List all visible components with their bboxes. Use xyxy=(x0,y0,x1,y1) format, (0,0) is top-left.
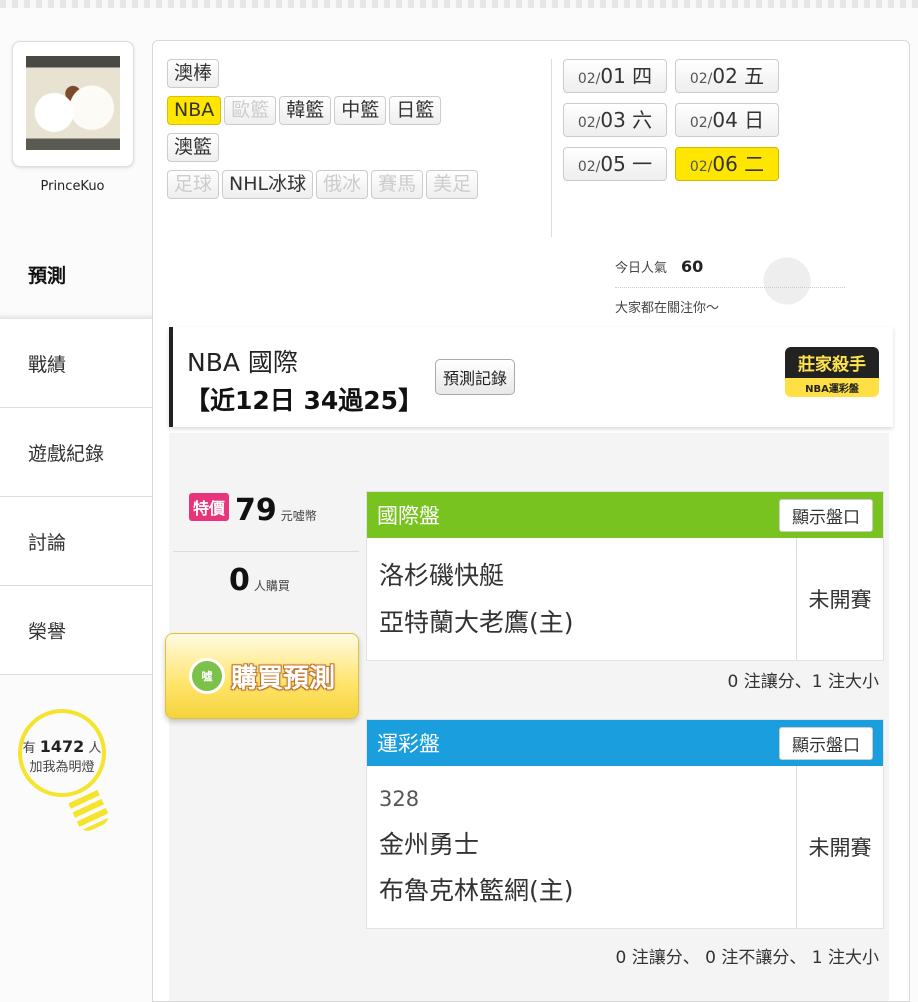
game-status: 未開賽 xyxy=(796,766,883,928)
league-title: NBA 國際 xyxy=(187,348,298,377)
nav-item-record[interactable]: 戰績 xyxy=(0,319,152,408)
nav-item-game-log[interactable]: 遊戲紀錄 xyxy=(0,408,152,497)
lamp-prefix: 有 xyxy=(22,741,36,756)
date-button-active[interactable]: 02/06 二 xyxy=(675,147,779,181)
prediction-content: 特價 79 元噓幣 0 人購買 噓 購買預測 國際盤 顯示盤口 洛杉磯快艇 亞特蘭大老… xyxy=(165,433,889,1001)
lamp-sub: 加我為明燈 xyxy=(29,760,95,775)
game-status: 未開賽 xyxy=(796,538,883,660)
prediction-history-button[interactable]: 預測記錄 xyxy=(435,359,516,395)
sport-pill: 美足 xyxy=(426,170,479,199)
date-weekday: 一 xyxy=(632,152,653,176)
lamp-follow[interactable]: 有 1472 人 加我為明燈 xyxy=(18,709,106,797)
divider xyxy=(615,287,845,288)
date-month: 02/ xyxy=(577,159,601,175)
sale-tag: 特價 xyxy=(189,493,230,521)
date-button[interactable]: 02/05 一 xyxy=(563,147,667,181)
date-day: 05 xyxy=(600,152,626,176)
killer-badge: 莊家殺手 NBA運彩盤 xyxy=(785,347,879,401)
sport-pill[interactable]: NHL冰球 xyxy=(222,170,314,199)
buyers-unit: 人購買 xyxy=(253,579,290,593)
buy-prediction-button[interactable]: 噓 購買預測 xyxy=(165,633,359,719)
sport-filter: 澳棒 NBA 歐籃 韓籃 中籃 日籃 澳籃 足球 NHL冰球 俄冰 賽馬 美足 xyxy=(167,59,547,207)
lottery-market: 運彩盤 顯示盤口 328 金州勇士 布魯克林籃網(主) 未開賽 xyxy=(366,719,884,929)
date-button[interactable]: 02/03 六 xyxy=(563,103,667,137)
date-day: 01 xyxy=(600,64,626,88)
username[interactable]: PrinceKuo xyxy=(0,179,145,194)
intl-market: 國際盤 顯示盤口 洛杉磯快艇 亞特蘭大老鷹(主) 未開賽 xyxy=(366,491,884,661)
divider xyxy=(551,59,552,237)
popularity: 今日人氣 60 xyxy=(615,257,703,276)
sport-pill[interactable]: 澳棒 xyxy=(167,59,220,88)
lightbulb-icon xyxy=(68,789,112,835)
nav-item-honor[interactable]: 榮譽 xyxy=(0,586,152,675)
lottery-bet-summary: 0 注讓分、 0 注不讓分、 1 注大小 xyxy=(615,948,879,968)
record-summary: 【近12日 34過25】 xyxy=(185,386,424,415)
sport-pill: 足球 xyxy=(167,170,220,199)
lottery-market-title: 運彩盤 xyxy=(377,732,440,756)
date-picker: 02/01 四 02/02 五02/03 六 02/04 日02/05 一 02/06… xyxy=(563,59,893,191)
badge-title: 莊家殺手 xyxy=(785,347,879,378)
coin-icon: 噓 xyxy=(188,658,225,694)
date-day: 06 xyxy=(712,152,738,176)
sport-pill[interactable]: 日籃 xyxy=(389,96,442,125)
avatar[interactable] xyxy=(12,41,134,167)
divider xyxy=(173,551,359,552)
date-weekday: 日 xyxy=(744,108,765,132)
date-weekday: 四 xyxy=(632,64,653,88)
intl-market-body: 洛杉磯快艇 亞特蘭大老鷹(主) 未開賽 xyxy=(367,538,883,660)
date-weekday: 二 xyxy=(744,152,765,176)
price-unit: 元噓幣 xyxy=(280,509,317,523)
prediction-header: NBA 國際 【近12日 34過25】 預測記錄 莊家殺手 NBA運彩盤 xyxy=(169,327,893,427)
price-value: 79 xyxy=(235,493,277,528)
sport-pill: 歐籃 xyxy=(224,96,277,125)
popularity-sub: 大家都在關注你～ xyxy=(615,301,720,316)
nav-item-discussion[interactable]: 討論 xyxy=(0,497,152,586)
sport-pill[interactable]: 中籃 xyxy=(334,96,387,125)
date-weekday: 五 xyxy=(744,64,765,88)
date-month: 02/ xyxy=(577,115,601,131)
date-day: 02 xyxy=(712,64,738,88)
buyers-count: 0 xyxy=(229,563,250,598)
show-odds-button[interactable]: 顯示盤口 xyxy=(779,498,873,532)
intl-market-title: 國際盤 xyxy=(377,504,440,528)
sport-pill: 賽馬 xyxy=(371,170,424,199)
date-button[interactable]: 02/02 五 xyxy=(675,59,779,93)
date-day: 04 xyxy=(712,108,738,132)
intl-bet-summary: 0 注讓分、1 注大小 xyxy=(727,672,879,692)
date-month: 02/ xyxy=(577,71,601,87)
mascot-decoration xyxy=(743,241,853,321)
nav-item-predict[interactable]: 預測 xyxy=(0,230,152,319)
intl-market-header: 國際盤 顯示盤口 xyxy=(367,492,883,538)
date-month: 02/ xyxy=(689,159,713,175)
sport-pill[interactable]: 韓籃 xyxy=(279,96,332,125)
popularity-value: 60 xyxy=(681,257,704,276)
date-month: 02/ xyxy=(689,115,713,131)
date-month: 02/ xyxy=(689,71,713,87)
show-odds-button[interactable]: 顯示盤口 xyxy=(779,726,873,760)
date-button[interactable]: 02/01 四 xyxy=(563,59,667,93)
sport-pill: 俄冰 xyxy=(316,170,369,199)
lottery-market-body: 328 金州勇士 布魯克林籃網(主) 未開賽 xyxy=(367,766,883,928)
lottery-market-header: 運彩盤 顯示盤口 xyxy=(367,720,883,766)
top-edge xyxy=(0,0,918,8)
date-day: 03 xyxy=(600,108,626,132)
sidebar-nav: 預測 戰績 遊戲紀錄 討論 榮譽 xyxy=(0,230,152,675)
sport-pill-active[interactable]: NBA xyxy=(167,96,222,125)
sport-pill[interactable]: 澳籃 xyxy=(167,133,220,162)
buyers: 0 人購買 xyxy=(229,563,290,598)
main-panel: 澳棒 NBA 歐籃 韓籃 中籃 日籃 澳籃 足球 NHL冰球 俄冰 賽馬 美足 02/01 四0… xyxy=(152,40,910,1002)
lamp-count: 1472 xyxy=(39,737,85,756)
badge-subtitle: NBA運彩盤 xyxy=(785,378,879,397)
avatar-image xyxy=(26,56,120,150)
price: 特價 79 元噓幣 xyxy=(189,493,317,528)
sidebar: PrinceKuo 預測 戰績 遊戲紀錄 討論 榮譽 有 1472 人 加我為明… xyxy=(0,25,152,1000)
lamp-suffix: 人 xyxy=(88,741,102,756)
buy-prediction-label: 購買預測 xyxy=(230,663,335,694)
date-button[interactable]: 02/04 日 xyxy=(675,103,779,137)
date-weekday: 六 xyxy=(632,108,653,132)
popularity-label: 今日人氣 xyxy=(615,261,668,276)
